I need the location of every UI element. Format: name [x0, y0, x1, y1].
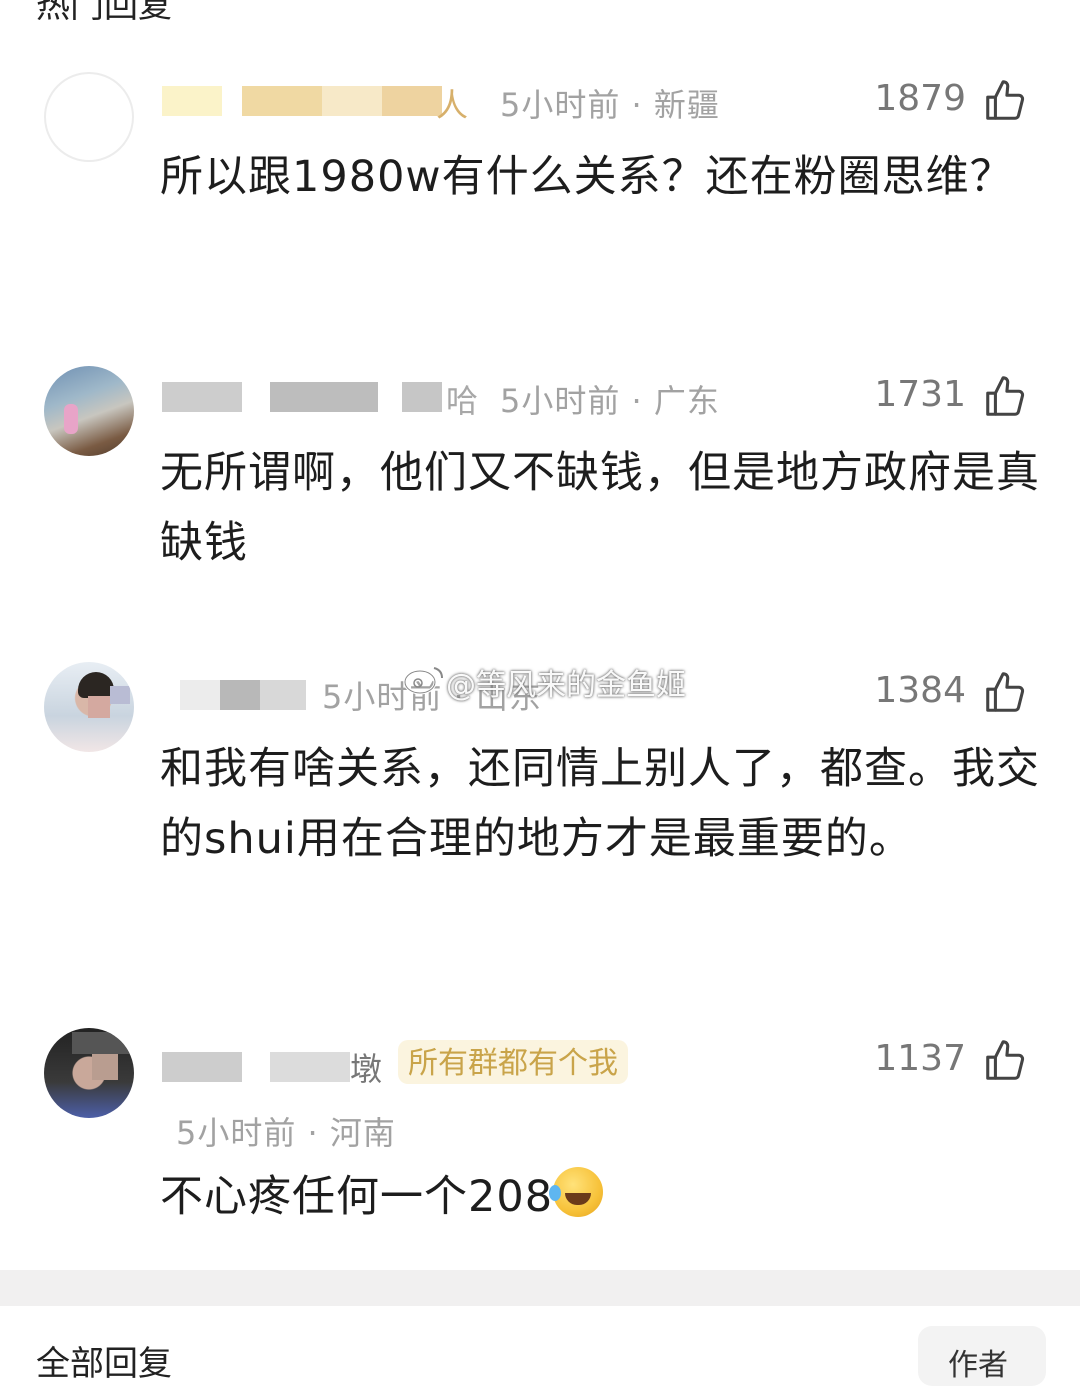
comment-location: 新疆 [653, 86, 720, 124]
username-tail: 人 [436, 86, 469, 124]
comment-time: 5小时前 [500, 382, 621, 420]
comment-text: 所以跟1980w有什么关系？还在粉圈思维？ [160, 152, 1014, 202]
username-blurred[interactable] [162, 86, 462, 116]
username-blurred[interactable] [180, 680, 310, 710]
avatar[interactable] [44, 662, 134, 752]
author-filter-button[interactable]: 作者 [918, 1326, 1046, 1386]
thumbs-up-icon[interactable] [982, 1038, 1028, 1084]
author-filter-label: 作者 [948, 1348, 1008, 1383]
comment-time: 5小时前 [500, 86, 621, 124]
comment-meta: 5小时前 · 广东 [500, 382, 720, 420]
comment-text: 和我有啥关系，还同情上别人了，都查。我交的shui用在合理的地方才是最重要的。 [160, 744, 1040, 864]
laughing-crying-emoji-icon [549, 1167, 604, 1217]
avatar[interactable] [44, 72, 134, 162]
avatar[interactable] [44, 1028, 134, 1118]
comment-meta: 5小时前 · 新疆 [500, 86, 720, 124]
all-replies-title: 全部回复 [36, 1344, 172, 1384]
watermark: @等风来的金鱼姬 [446, 668, 686, 703]
username-tail: 哈 [446, 382, 479, 420]
avatar[interactable] [44, 366, 134, 456]
comment-location: 河南 [329, 1114, 396, 1152]
comment-text: 不心疼任何一个208 [160, 1162, 1040, 1232]
like-count: 1731 [874, 374, 966, 415]
username-blurred[interactable] [162, 382, 462, 412]
section-title: 热门回复 [36, 0, 172, 26]
comment-meta: 5小时前 · 河南 [176, 1114, 396, 1152]
thumbs-up-icon[interactable] [982, 374, 1028, 420]
comment-time: 5小时前 [176, 1114, 297, 1152]
thumbs-up-icon[interactable] [982, 78, 1028, 124]
section-divider [0, 1270, 1080, 1306]
username-tail: 墩 [350, 1050, 383, 1088]
comment-location: 广东 [653, 382, 720, 420]
like-count: 1384 [874, 670, 966, 711]
like-count: 1137 [874, 1038, 966, 1079]
weibo-logo-icon [403, 667, 443, 695]
user-badge: 所有群都有个我 [398, 1040, 628, 1084]
comment-text-body: 不心疼任何一个208 [160, 1172, 554, 1222]
comment-text: 无所谓啊，他们又不缺钱，但是地方政府是真缺钱 [160, 448, 1040, 568]
thumbs-up-icon[interactable] [982, 670, 1028, 716]
like-count: 1879 [874, 78, 966, 119]
